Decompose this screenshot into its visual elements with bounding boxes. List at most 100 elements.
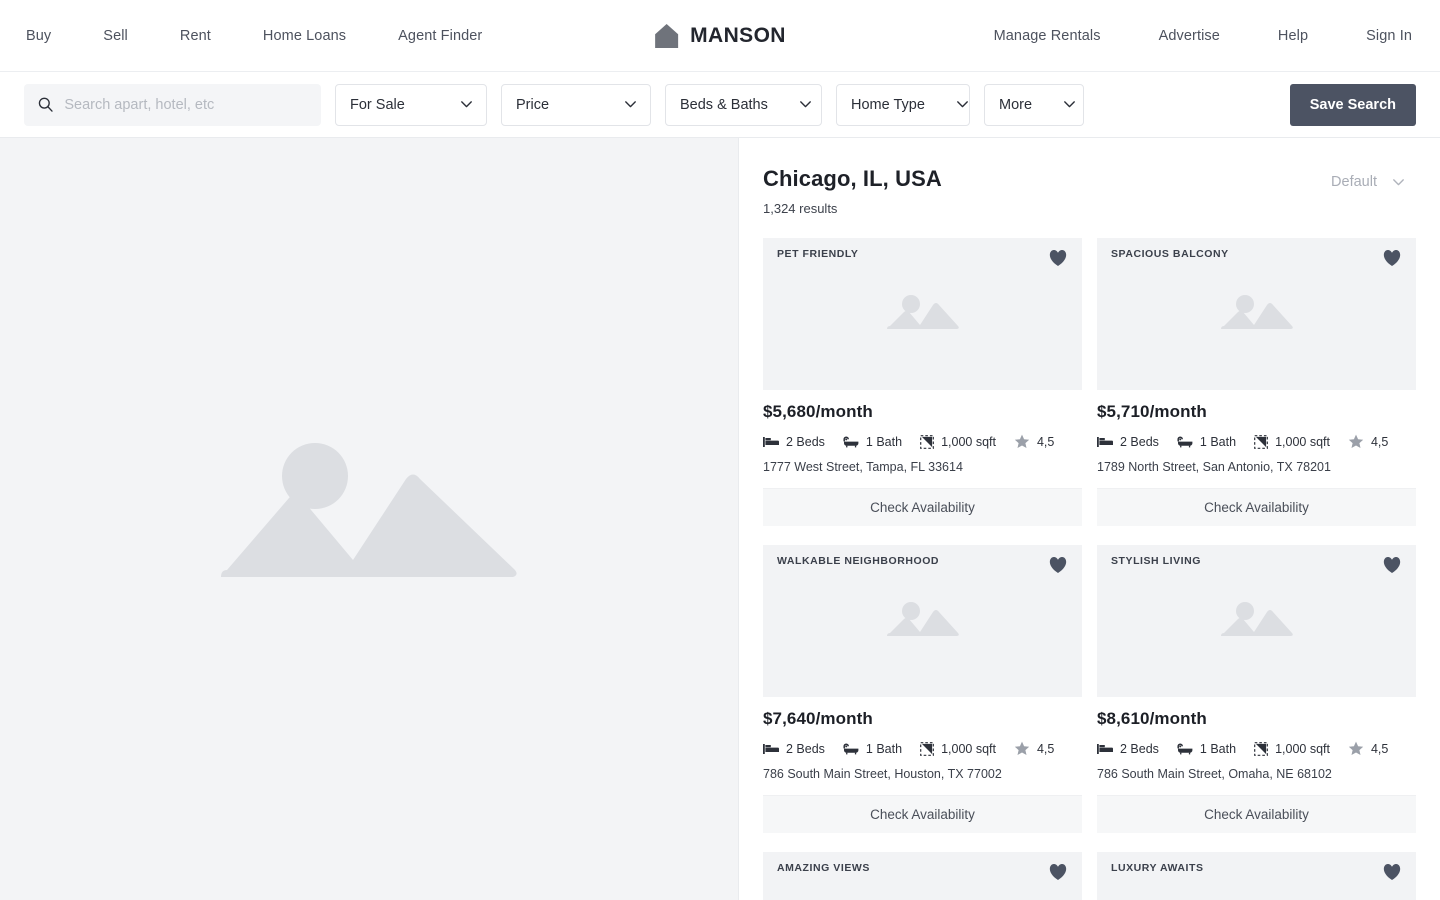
filter-beds-baths[interactable]: Beds & Baths [665,83,822,126]
bathtub-icon [843,742,859,754]
brand-logo[interactable]: MANSON [654,23,786,49]
filter-bar: For Sale Price Beds & Baths Home Type Mo… [0,72,1440,138]
listing-card[interactable]: SPACIOUS BALCONY $5,710/month 2 Beds 1 B… [1097,238,1416,526]
spec-area-label: 1,000 sqft [1275,741,1330,756]
listing-specs: 2 Beds 1 Bath 1,000 sqft 4,5 [763,741,1082,756]
listing-address: 1777 West Street, Tampa, FL 33614 [763,460,963,474]
filter-for-sale[interactable]: For Sale [335,83,487,126]
chevron-down-icon [1393,178,1404,185]
save-search-button[interactable]: Save Search [1289,83,1416,126]
heart-icon[interactable] [1382,556,1402,574]
check-availability-button[interactable]: Check Availability [1097,795,1416,833]
star-icon [1348,741,1364,755]
nav-link-rent[interactable]: Rent [180,28,211,44]
heart-icon[interactable] [1382,863,1402,881]
listing-image: AMAZING VIEWS [763,852,1082,900]
heart-icon[interactable] [1048,556,1068,574]
listing-address: 786 South Main Street, Omaha, NE 68102 [1097,767,1332,781]
heart-icon[interactable] [1048,863,1068,881]
listing-image: LUXURY AWAITS [1097,852,1416,900]
search-input[interactable] [64,96,307,113]
nav-link-sell[interactable]: Sell [103,28,128,44]
listing-grid: PET FRIENDLY $5,680/month 2 Beds 1 Bath … [763,238,1416,900]
listing-specs: 2 Beds 1 Bath 1,000 sqft 4,5 [1097,434,1416,449]
listing-badge: PET FRIENDLY [777,248,859,260]
nav-link-buy[interactable]: Buy [26,28,51,44]
listing-card[interactable]: STYLISH LIVING $8,610/month 2 Beds 1 Bat… [1097,545,1416,833]
sort-dropdown-value: Default [1331,174,1377,190]
heart-icon[interactable] [1382,249,1402,267]
listing-image: WALKABLE NEIGHBORHOOD [763,545,1082,697]
spec-area-label: 1,000 sqft [941,434,996,449]
content-area: Chicago, IL, USA 1,324 results Default P… [0,138,1440,900]
map-panel[interactable] [0,138,739,900]
listing-price: $5,710/month [1097,402,1207,421]
listing-price: $7,640/month [763,709,873,728]
spec-area: 1,000 sqft [920,435,996,449]
search-box[interactable] [24,83,321,126]
spec-area-label: 1,000 sqft [1275,434,1330,449]
listing-details: $5,710/month 2 Beds 1 Bath 1,000 sqft 4,… [1097,390,1416,474]
spec-beds-label: 2 Beds [1120,741,1159,756]
spec-area: 1,000 sqft [1254,742,1330,756]
spec-baths: 1 Bath [1177,742,1236,756]
filter-price[interactable]: Price [501,83,651,126]
nav-link-advertise[interactable]: Advertise [1159,28,1220,44]
results-count: 1,324 results [763,201,838,216]
nav-link-manage-rentals[interactable]: Manage Rentals [994,28,1101,44]
filter-for-sale-label: For Sale [350,96,405,113]
nav-link-sign-in[interactable]: Sign In [1366,28,1412,44]
listing-details: $8,610/month 2 Beds 1 Bath 1,000 sqft 4,… [1097,697,1416,781]
chevron-down-icon [1064,101,1075,108]
spec-beds-label: 2 Beds [1120,434,1159,449]
spec-area: 1,000 sqft [920,742,996,756]
image-placeholder-icon [886,295,959,329]
listing-card[interactable]: WALKABLE NEIGHBORHOOD $7,640/month 2 Bed… [763,545,1082,833]
spec-rating-label: 4,5 [1036,741,1055,756]
spec-beds-label: 2 Beds [786,741,825,756]
nav-link-help[interactable]: Help [1278,28,1308,44]
spec-area-label: 1,000 sqft [941,741,996,756]
spec-baths: 1 Bath [1177,435,1236,449]
spec-baths-label: 1 Bath [1199,434,1237,449]
sort-dropdown[interactable]: Default [1319,166,1416,198]
bathtub-icon [843,435,859,447]
chevron-down-icon [461,101,472,108]
bed-icon [1097,436,1113,447]
listing-badge: STYLISH LIVING [1111,555,1201,567]
listing-price: $5,680/month [763,402,873,421]
listing-badge: SPACIOUS BALCONY [1111,248,1229,260]
spec-baths: 1 Bath [843,435,902,449]
house-icon [655,23,679,48]
area-icon [920,741,934,756]
listing-card[interactable]: PET FRIENDLY $5,680/month 2 Beds 1 Bath … [763,238,1082,526]
spec-rating-label: 4,5 [1370,741,1389,756]
chevron-down-icon [956,101,968,108]
listing-image: STYLISH LIVING [1097,545,1416,697]
area-icon [1254,434,1268,449]
spec-rating-label: 4,5 [1370,434,1389,449]
spec-rating: 4,5 [1348,434,1388,449]
filter-more-label: More [999,96,1033,113]
listing-badge: WALKABLE NEIGHBORHOOD [777,555,940,567]
listing-card[interactable]: LUXURY AWAITS $9,250/month [1097,852,1416,900]
filter-home-type[interactable]: Home Type [836,83,970,126]
check-availability-button[interactable]: Check Availability [1097,488,1416,526]
listing-badge: AMAZING VIEWS [777,862,870,874]
area-icon [920,434,934,449]
nav-link-home-loans[interactable]: Home Loans [263,28,346,44]
chevron-down-icon [625,101,636,108]
listing-specs: 2 Beds 1 Bath 1,000 sqft 4,5 [1097,741,1416,756]
spec-baths-label: 1 Bath [865,741,903,756]
nav-link-agent-finder[interactable]: Agent Finder [398,28,482,44]
check-availability-button[interactable]: Check Availability [763,795,1082,833]
primary-nav-links: Buy Sell Rent Home Loans Agent Finder [0,28,534,44]
spec-rating: 4,5 [1014,434,1054,449]
heart-icon[interactable] [1048,249,1068,267]
listing-card[interactable]: AMAZING VIEWS $6,420/month [763,852,1082,900]
listing-image: SPACIOUS BALCONY [1097,238,1416,390]
spec-beds: 2 Beds [1097,742,1159,756]
spec-rating-label: 4,5 [1036,434,1055,449]
filter-more[interactable]: More [984,83,1084,126]
check-availability-button[interactable]: Check Availability [763,488,1082,526]
